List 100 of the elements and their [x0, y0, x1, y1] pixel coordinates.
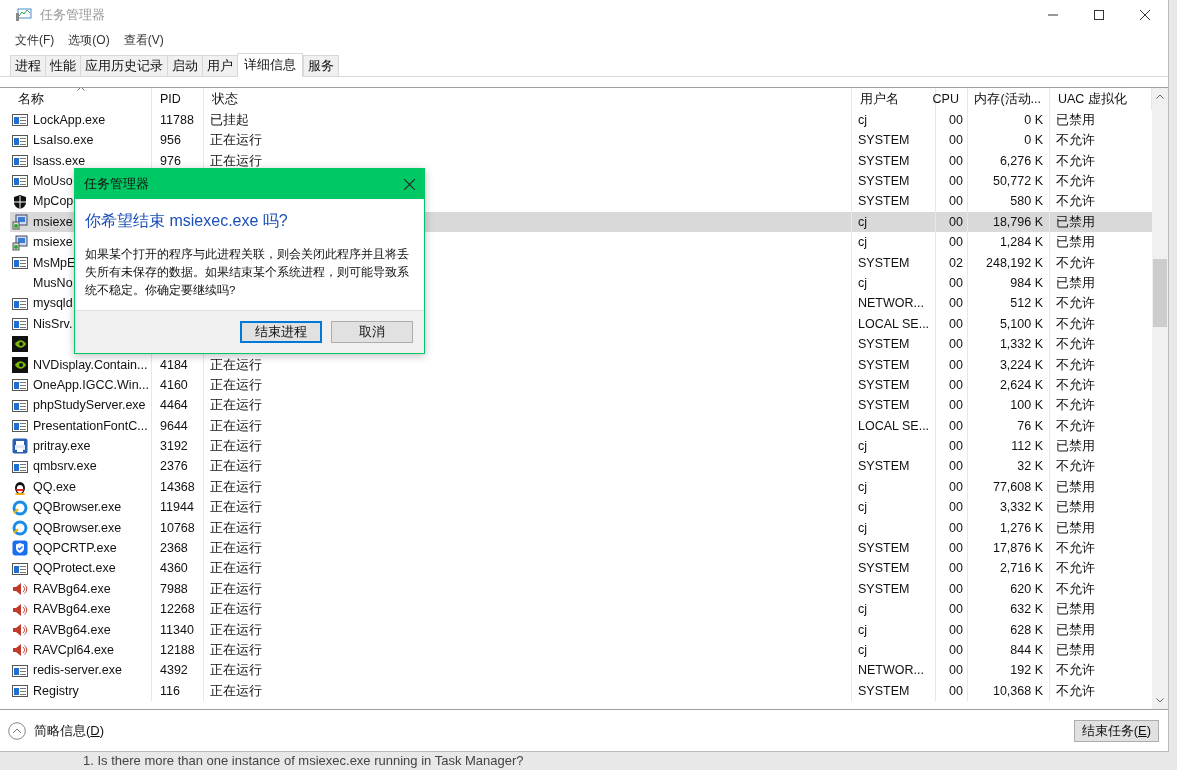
user-cell-text: SYSTEM — [858, 682, 910, 700]
process-row[interactable]: QQ.exe 14368 正在运行 cj 00 77,608 K 已禁用 — [10, 477, 1152, 498]
pid-cell-text: 2376 — [160, 458, 188, 476]
process-name: QQBrowser.exe — [33, 499, 122, 517]
user-cell-text: cj — [858, 111, 868, 129]
tab[interactable]: 应用历史记录 — [80, 55, 167, 76]
user-cell-text: cj — [858, 519, 868, 537]
column-header[interactable]: PID — [160, 89, 181, 109]
process-name: QQProtect.exe — [33, 560, 116, 578]
user-cell-text: cj — [858, 438, 868, 456]
process-row[interactable]: RAVBg64.exe 7988 正在运行 SYSTEM 00 620 K 不允许 — [10, 579, 1152, 600]
process-name: NisSrv. — [33, 315, 73, 333]
memory-cell-text: 1,332 K — [999, 336, 1043, 354]
process-row[interactable]: qmbsrv.exe 2376 正在运行 SYSTEM 00 32 K 不允许 — [10, 456, 1152, 478]
uac-cell-text: 已禁用 — [1056, 438, 1095, 456]
tab[interactable]: 进程 — [10, 55, 45, 76]
column-header[interactable]: 名称 — [18, 89, 44, 109]
user-cell-text: SYSTEM — [858, 458, 910, 476]
process-name: MsMpE — [33, 254, 76, 272]
menu-item[interactable]: 查看(V) — [123, 31, 164, 49]
menu-item[interactable]: 文件(F) — [15, 31, 55, 49]
process-row[interactable]: Registry 116 正在运行 SYSTEM 00 10,368 K 不允许 — [10, 680, 1152, 702]
dialog-button[interactable]: 结束进程 — [240, 321, 322, 343]
process-row[interactable]: RAVCpl64.exe 12188 正在运行 cj 00 844 K 已禁用 — [10, 640, 1152, 661]
memory-cell-text: 112 K — [1011, 438, 1043, 456]
uac-cell-text: 已禁用 — [1056, 111, 1095, 129]
pid-cell-text: 4184 — [160, 356, 188, 374]
process-row[interactable]: OneApp.IGCC.Win... 4160 正在运行 SYSTEM 00 2,624 K 不允许 — [10, 375, 1152, 396]
cpu-cell-text: 00 — [949, 315, 963, 333]
process-row[interactable]: LockApp.exe 11788 已挂起 cj 00 0 K 已禁用 — [10, 110, 1152, 131]
memory-cell-text: 100 K — [1010, 397, 1043, 415]
end-task-button[interactable]: 结束任务(E) — [1073, 719, 1159, 742]
process-row[interactable]: pritray.exe 3192 正在运行 cj 00 112 K 已禁用 — [10, 436, 1152, 457]
cpu-cell-text: 00 — [949, 274, 963, 292]
dialog-button[interactable]: 取消 — [331, 321, 413, 343]
tab[interactable]: 用户 — [202, 55, 237, 76]
process-row[interactable]: redis-server.exe 4392 正在运行 NETWOR... 00 192 K 不允许 — [10, 660, 1152, 681]
tab[interactable]: 性能 — [45, 55, 80, 76]
process-row[interactable]: QQPCRTP.exe 2368 正在运行 SYSTEM 00 17,876 K 不允许 — [10, 538, 1152, 559]
column-header[interactable]: UAC 虚拟化 — [1058, 89, 1127, 109]
ring-icon — [12, 520, 28, 536]
process-row[interactable]: phpStudyServer.exe 4464 正在运行 SYSTEM 00 100 K 不允许 — [10, 395, 1152, 416]
scrollbar[interactable] — [1152, 88, 1168, 709]
process-row[interactable]: PresentationFontC... 9644 正在运行 LOCAL SE... 00 76 K 不允许 — [10, 415, 1152, 437]
memory-cell-text: 77,608 K — [992, 478, 1043, 496]
cpu-cell-text: 00 — [949, 438, 963, 456]
menu-item[interactable]: 选项(O) — [68, 31, 110, 49]
process-row[interactable]: LsaIso.exe 956 正在运行 SYSTEM 00 0 K 不允许 — [10, 130, 1152, 151]
cpu-cell-text: 00 — [949, 132, 963, 150]
fewer-details-button[interactable]: 简略信息(D) — [8, 720, 105, 741]
pid-cell-text: 10768 — [160, 519, 195, 537]
process-row[interactable]: QQBrowser.exe 11944 正在运行 cj 00 3,332 K 已禁用 — [10, 497, 1152, 518]
uac-cell-text: 不允许 — [1056, 458, 1095, 476]
dialog-message: 如果某个打开的程序与此进程关联，则会关闭此程序并且将丢失所有未保存的数据。如果结束某个系统进程，则可能导致系统不稳定。你确定要继续吗? — [85, 247, 410, 298]
process-row[interactable]: QQProtect.exe 4360 正在运行 SYSTEM 00 2,716 K 不允许 — [10, 558, 1152, 579]
pid-cell-text: 12188 — [160, 641, 195, 659]
column-header[interactable]: CPU — [932, 89, 959, 109]
memory-cell-text: 2,624 K — [999, 376, 1043, 394]
user-cell-text: LOCAL SE... — [858, 417, 930, 435]
cpu-cell-text: 00 — [949, 580, 963, 598]
user-cell-text: SYSTEM — [858, 152, 910, 170]
scrollbar-thumb[interactable] — [1153, 259, 1167, 327]
process-row[interactable]: RAVBg64.exe 11340 正在运行 cj 00 628 K 已禁用 — [10, 619, 1152, 641]
uac-cell-text: 已禁用 — [1056, 234, 1095, 252]
process-name: phpStudyServer.exe — [33, 397, 146, 415]
pid-cell-text: 3192 — [160, 438, 188, 456]
memory-cell-text: 984 K — [1010, 274, 1043, 292]
pid-cell-text: 116 — [160, 682, 180, 700]
window-icon — [12, 458, 28, 475]
process-name: RAVBg64.exe — [33, 621, 111, 639]
process-name: lsass.exe — [33, 152, 86, 170]
background-question: 1. Is there more than one instance of msiexec.exe running in Task Manager? — [83, 753, 524, 768]
process-row[interactable]: QQBrowser.exe 10768 正在运行 cj 00 1,276 K 已禁用 — [10, 517, 1152, 539]
window-icon — [12, 132, 28, 149]
user-cell-text: SYSTEM — [858, 540, 910, 557]
process-row[interactable]: RAVBg64.exe 12268 正在运行 cj 00 632 K 已禁用 — [10, 599, 1152, 620]
memory-cell-text: 248,192 K — [986, 254, 1043, 272]
user-cell-text: cj — [858, 601, 868, 619]
memory-cell-text: 5,100 K — [999, 315, 1043, 333]
user-cell-text: cj — [858, 621, 868, 639]
window-icon — [12, 377, 28, 394]
speaker-icon — [12, 601, 28, 618]
shield-icon — [12, 540, 28, 557]
pid-cell-text: 956 — [160, 132, 181, 150]
process-name: redis-server.exe — [33, 662, 122, 680]
tab[interactable]: 详细信息 — [237, 53, 303, 77]
uac-cell-text: 已禁用 — [1056, 499, 1095, 517]
column-header[interactable]: 状态 — [212, 89, 238, 109]
cpu-cell-text: 00 — [949, 662, 963, 680]
tab[interactable]: 启动 — [167, 55, 202, 76]
process-name: LockApp.exe — [33, 111, 106, 129]
status-cell-text: 正在运行 — [210, 417, 262, 435]
uac-cell-text: 不允许 — [1056, 152, 1095, 170]
window-icon — [12, 316, 28, 333]
column-header[interactable]: 用户名 — [860, 89, 899, 109]
memory-cell-text: 3,224 K — [999, 356, 1043, 374]
cpu-cell-text: 00 — [949, 621, 963, 639]
tab[interactable]: 服务 — [303, 55, 339, 76]
column-header[interactable]: 内存(活动... — [974, 89, 1041, 109]
pid-cell-text: 4392 — [160, 662, 188, 680]
